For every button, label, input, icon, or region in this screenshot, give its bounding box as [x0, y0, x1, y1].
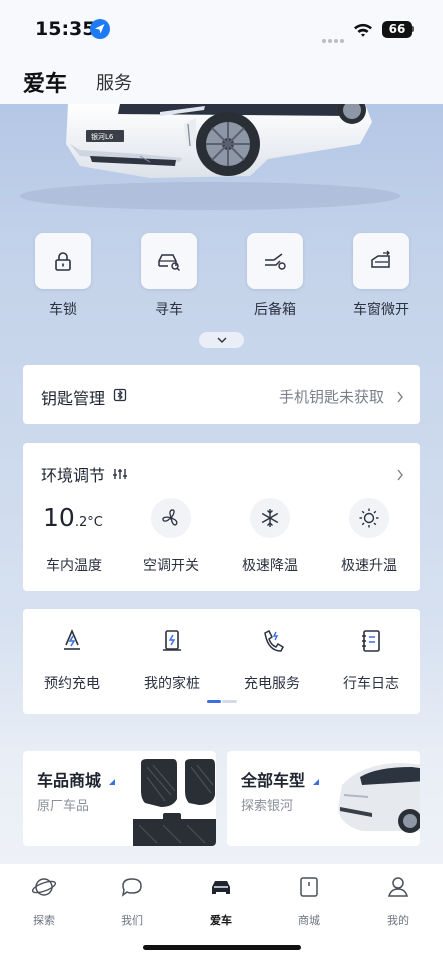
home-indicator: [143, 945, 301, 950]
trunk-icon: [265, 253, 286, 270]
window-button[interactable]: [353, 233, 409, 289]
interior-temperature-value: 10.2°C: [43, 503, 103, 532]
quick-control-lock[interactable]: 车锁: [35, 233, 91, 318]
planet-icon: [31, 878, 57, 896]
tab-my-car[interactable]: 爱车: [23, 66, 67, 98]
key-management-title: 钥匙管理: [41, 389, 106, 408]
corner-mark-icon: [109, 779, 115, 785]
key-status: 手机钥匙未获取: [278, 388, 384, 406]
rapid-heat-label: 极速升温: [341, 558, 397, 574]
home-charger-item[interactable]: 我的家桩: [123, 627, 221, 693]
car-hero-image: 银河L6: [0, 104, 443, 214]
home-charger-label: 我的家桩: [144, 676, 200, 692]
interior-temperature-label: 车内温度: [46, 558, 102, 574]
status-bar: 15:35 66: [0, 0, 443, 58]
shop-icon: [300, 877, 318, 897]
battery-nub: [412, 26, 414, 32]
charging-service-item[interactable]: 充电服务: [223, 627, 321, 693]
scheduled-charging-label: 预约充电: [44, 676, 100, 692]
quick-control-find-car[interactable]: 寻车: [141, 233, 197, 318]
sun-icon: [359, 508, 379, 528]
car-plate-text: 银河L6: [91, 132, 114, 141]
nav-us-label: 我们: [121, 914, 143, 927]
window-icon: [371, 250, 390, 268]
trunk-button[interactable]: [247, 233, 303, 289]
find-car-icon: [158, 254, 180, 271]
expand-controls-button[interactable]: [199, 332, 244, 348]
driving-log-icon: [362, 630, 380, 652]
nav-us[interactable]: 我们: [97, 874, 167, 928]
header: 爱车 服务: [0, 58, 443, 104]
cellular-signal-icon: [322, 28, 346, 43]
scheduled-charging-icon: [64, 628, 80, 650]
all-models-card[interactable]: 全部车型 探索银河: [227, 751, 420, 846]
nav-my-car-label: 爱车: [210, 914, 232, 927]
climate-card: 环境调节 10.2°C 车内温度 空调开关 极速降温 极速升温: [23, 443, 420, 591]
nav-my-car[interactable]: 爱车: [186, 874, 256, 928]
temperature-unit: .2°C: [74, 515, 103, 530]
rapid-cool-label: 极速降温: [242, 558, 298, 574]
rapid-cool-button[interactable]: [250, 498, 290, 538]
page-indicator: [207, 700, 237, 703]
page-dot: [222, 700, 237, 703]
fan-icon: [162, 509, 178, 526]
profile-icon: [388, 877, 408, 897]
car-icon: [212, 881, 230, 894]
find-car-button[interactable]: [141, 233, 197, 289]
corner-mark-icon: [313, 779, 319, 785]
accessory-shop-card[interactable]: 车品商城 原厂车品: [23, 751, 216, 846]
car-model-image: [338, 763, 420, 833]
lock-label: 车锁: [49, 302, 77, 318]
nav-explore[interactable]: 探索: [9, 874, 79, 928]
trunk-label: 后备箱: [254, 302, 296, 318]
car-illustration: 银河L6: [20, 104, 400, 210]
quick-control-trunk[interactable]: 后备箱: [247, 233, 303, 318]
status-time: 15:35: [35, 18, 96, 40]
chevron-right-icon: [396, 388, 404, 407]
accessory-shop-subtitle: 原厂车品: [37, 799, 90, 814]
scheduled-charging-item[interactable]: 预约充电: [23, 627, 121, 693]
car-front-wheel: [196, 112, 260, 176]
lock-button[interactable]: [35, 233, 91, 289]
nav-explore-label: 探索: [33, 914, 55, 927]
quick-control-window[interactable]: 车窗微开: [353, 233, 409, 318]
ac-toggle-button[interactable]: [151, 498, 191, 538]
charging-card: 预约充电 我的家桩 充电服务 行车日志: [23, 609, 420, 714]
home-charger-icon: [163, 630, 181, 651]
charging-service-icon: [264, 629, 284, 652]
bluetooth-key-icon: [113, 387, 127, 406]
snowflake-icon: [261, 509, 279, 527]
find-car-label: 寻车: [155, 302, 183, 318]
location-arrow-icon: [90, 19, 110, 39]
climate-title: 环境调节: [41, 466, 106, 485]
ac-toggle-label: 空调开关: [143, 558, 199, 574]
nav-shop-label: 商城: [298, 914, 320, 927]
charging-service-label: 充电服务: [244, 676, 300, 692]
nav-profile-label: 我的: [387, 914, 409, 927]
window-label: 车窗微开: [353, 302, 409, 318]
chevron-down-icon: [217, 337, 226, 343]
accessory-shop-title: 车品商城: [37, 771, 102, 790]
nav-profile[interactable]: 我的: [363, 874, 433, 928]
all-models-title: 全部车型: [241, 771, 306, 790]
battery-indicator: 66: [382, 21, 412, 38]
driving-log-item[interactable]: 行车日志: [322, 627, 420, 693]
chat-icon: [121, 878, 142, 897]
adjust-sliders-icon: [113, 465, 127, 484]
climate-chevron-right-icon[interactable]: [396, 466, 404, 485]
all-models-subtitle: 探索银河: [241, 799, 294, 814]
nav-shop[interactable]: 商城: [274, 874, 344, 928]
wifi-icon: [353, 22, 373, 38]
rapid-heat-button[interactable]: [349, 498, 389, 538]
floor-mat-image: [133, 759, 216, 846]
tab-services[interactable]: 服务: [96, 69, 132, 95]
driving-log-label: 行车日志: [343, 676, 399, 692]
page-dot-active: [207, 700, 221, 703]
key-management-card[interactable]: 钥匙管理 手机钥匙未获取: [23, 365, 420, 424]
lock-icon: [55, 252, 71, 271]
